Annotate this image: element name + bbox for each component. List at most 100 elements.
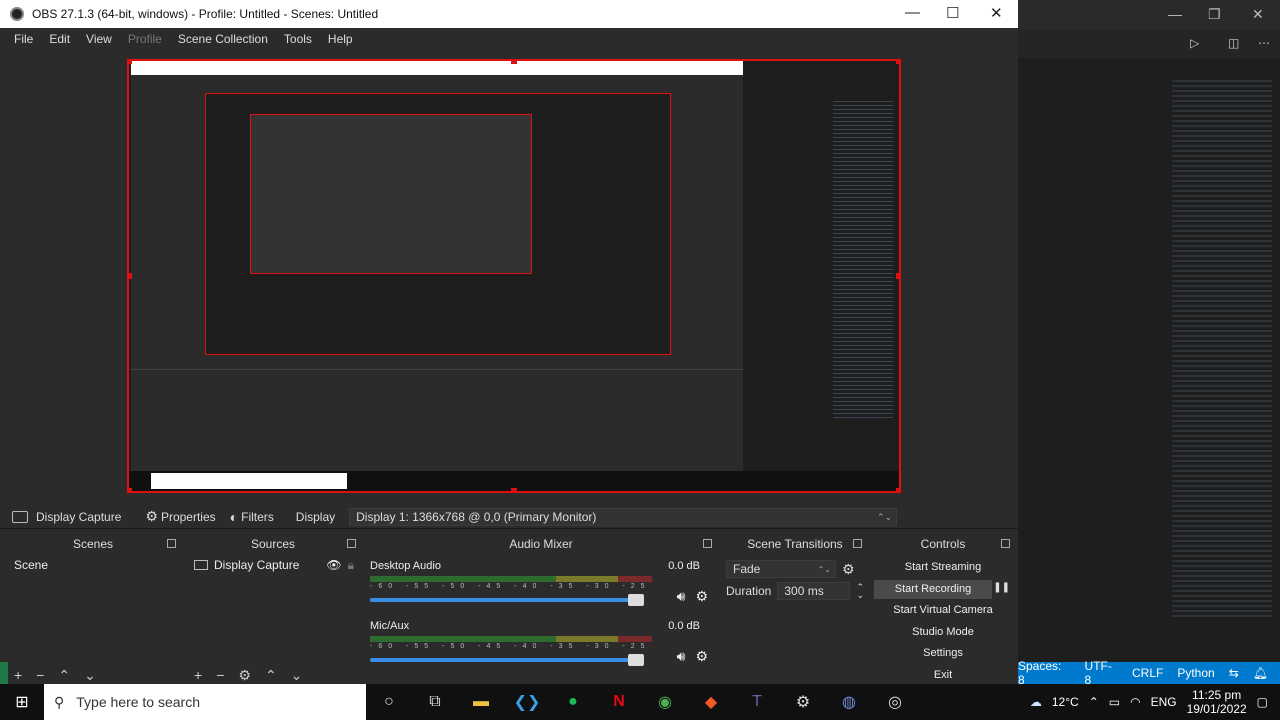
settings-button[interactable]: Settings <box>873 644 1013 663</box>
brave-icon[interactable]: ◆ <box>688 692 734 712</box>
vscode-icon[interactable]: ❮❯ <box>504 692 550 712</box>
resize-handle[interactable] <box>896 488 899 491</box>
task-view-icon[interactable]: ⧉ <box>412 693 458 711</box>
menu-file[interactable]: File <box>6 32 41 46</box>
menu-view[interactable]: View <box>78 32 120 46</box>
channel-controls: 🔊︎ ⚙ <box>677 588 708 605</box>
maximize-icon[interactable]: ☐ <box>946 4 959 22</box>
cortana-icon[interactable]: ○ <box>366 693 412 711</box>
move-down-icon[interactable]: ⌄ <box>84 667 96 684</box>
source-item[interactable]: Display Capture 👁︎ 🔒︎ <box>188 556 358 574</box>
remove-icon[interactable]: − <box>36 667 44 683</box>
teams-icon[interactable]: T <box>734 693 780 711</box>
gear-icon[interactable]: ⚙ <box>695 648 708 665</box>
add-icon[interactable]: + <box>194 667 202 683</box>
chevron-up-icon[interactable]: ⌃ <box>1089 695 1099 709</box>
status-eol[interactable]: CRLF <box>1132 666 1163 680</box>
menu-edit[interactable]: Edit <box>41 32 78 46</box>
start-streaming-button[interactable]: Start Streaming <box>873 558 1013 577</box>
spinner-icon[interactable]: ⌃ ⌄ <box>856 583 864 600</box>
filters-button[interactable]: ◐ Filters <box>230 509 274 525</box>
file-explorer-icon[interactable]: ▬ <box>458 693 504 711</box>
undock-icon[interactable] <box>1001 539 1010 548</box>
chrome-icon[interactable]: ◉ <box>642 692 688 712</box>
split-editor-icon[interactable]: ◫ <box>1228 36 1239 50</box>
volume-slider[interactable] <box>370 654 644 666</box>
weather-temp[interactable]: 12°C <box>1052 695 1079 709</box>
move-up-icon[interactable]: ⌃ <box>58 667 70 684</box>
resize-handle[interactable] <box>896 273 899 279</box>
volume-slider[interactable] <box>370 594 644 606</box>
add-icon[interactable]: + <box>14 667 22 683</box>
undock-icon[interactable] <box>347 539 356 548</box>
sources-list[interactable]: Display Capture 👁︎ 🔒︎ <box>188 556 358 666</box>
netflix-icon[interactable]: N <box>596 693 642 711</box>
minimize-icon[interactable]: — <box>1168 6 1182 22</box>
status-language[interactable]: Python <box>1177 666 1214 680</box>
status-encoding[interactable]: UTF-8 <box>1085 659 1118 687</box>
gear-icon[interactable]: ⚙ <box>842 561 855 578</box>
move-up-icon[interactable]: ⌃ <box>265 667 277 684</box>
status-spaces[interactable]: Spaces: 8 <box>1018 659 1071 687</box>
speaker-icon[interactable]: 🔊︎ <box>677 648 686 665</box>
minimize-icon[interactable]: — <box>905 4 920 21</box>
preview-canvas[interactable] <box>127 59 901 493</box>
resize-handle[interactable] <box>129 488 132 491</box>
move-down-icon[interactable]: ⌄ <box>291 667 303 684</box>
notifications-icon[interactable]: ▢ <box>1257 695 1268 709</box>
remote-icon[interactable]: ⇆ <box>1229 666 1239 680</box>
resize-handle[interactable] <box>511 61 517 64</box>
nested-menu <box>131 75 743 87</box>
properties-button[interactable]: ⚙ Properties <box>145 508 215 525</box>
resize-handle[interactable] <box>511 488 517 491</box>
more-icon[interactable]: ⋯ <box>1258 36 1270 50</box>
wifi-icon[interactable]: ◠ <box>1130 695 1140 709</box>
spotify-icon[interactable]: ● <box>550 693 596 711</box>
start-virtual-camera-button[interactable]: Start Virtual Camera <box>873 601 1013 620</box>
close-icon[interactable]: ✕ <box>990 4 1003 22</box>
undock-icon[interactable] <box>703 539 712 548</box>
search-placeholder: Type here to search <box>76 694 201 710</box>
resize-handle[interactable] <box>896 61 899 64</box>
windows-start-icon[interactable]: ⊞ <box>0 692 44 712</box>
battery-icon[interactable]: ▭ <box>1109 695 1120 709</box>
slider-knob[interactable] <box>628 594 644 606</box>
clock[interactable]: 11:25 pm 19/01/2022 <box>1187 688 1247 716</box>
scene-item[interactable]: Scene <box>8 556 178 574</box>
menu-tools[interactable]: Tools <box>276 32 320 46</box>
remove-icon[interactable]: − <box>216 667 224 683</box>
duration-input[interactable]: 300 ms <box>777 582 851 600</box>
exit-button[interactable]: Exit <box>873 665 1013 685</box>
close-icon[interactable]: ✕ <box>1252 6 1264 23</box>
menu-scene-collection[interactable]: Scene Collection <box>170 32 276 46</box>
preview-area[interactable] <box>0 50 1018 505</box>
code-minimap[interactable] <box>1172 80 1272 620</box>
resize-handle[interactable] <box>129 273 132 279</box>
settings-app-icon[interactable]: ⚙ <box>780 692 826 712</box>
gear-icon[interactable]: ⚙ <box>695 588 708 605</box>
scenes-list[interactable]: Scene <box>8 556 178 666</box>
gear-icon[interactable]: ⚙ <box>238 667 251 684</box>
bell-icon[interactable]: 🔔︎ <box>1253 666 1268 680</box>
slider-knob[interactable] <box>628 654 644 666</box>
transition-select[interactable]: Fade ⌃⌄ <box>726 560 836 578</box>
language-indicator[interactable]: ENG <box>1151 695 1177 709</box>
menu-profile[interactable]: Profile <box>120 32 170 46</box>
lock-icon[interactable]: 🔒︎ <box>348 558 354 573</box>
obs-app-icon[interactable]: ◎ <box>872 692 918 712</box>
restore-icon[interactable]: ❐ <box>1208 6 1221 23</box>
undock-icon[interactable] <box>853 539 862 548</box>
undock-icon[interactable] <box>167 539 176 548</box>
run-icon[interactable]: ▷ <box>1190 36 1199 50</box>
studio-mode-button[interactable]: Studio Mode <box>873 622 1013 642</box>
updown-icon: ⌃⌄ <box>877 511 893 522</box>
display-select[interactable]: Display 1: 1366x768 @ 0,0 (Primary Monit… <box>349 507 898 526</box>
speaker-icon[interactable]: 🔊︎ <box>677 588 686 605</box>
menu-help[interactable]: Help <box>320 32 361 46</box>
taskbar-search[interactable]: ⚲ Type here to search <box>44 684 366 720</box>
pause-icon[interactable]: ❚❚ <box>993 582 1010 593</box>
discord-icon[interactable]: ◍ <box>826 692 872 712</box>
resize-handle[interactable] <box>129 61 132 64</box>
start-recording-button[interactable]: Start Recording <box>874 579 992 599</box>
eye-icon[interactable]: 👁︎ <box>326 558 341 572</box>
